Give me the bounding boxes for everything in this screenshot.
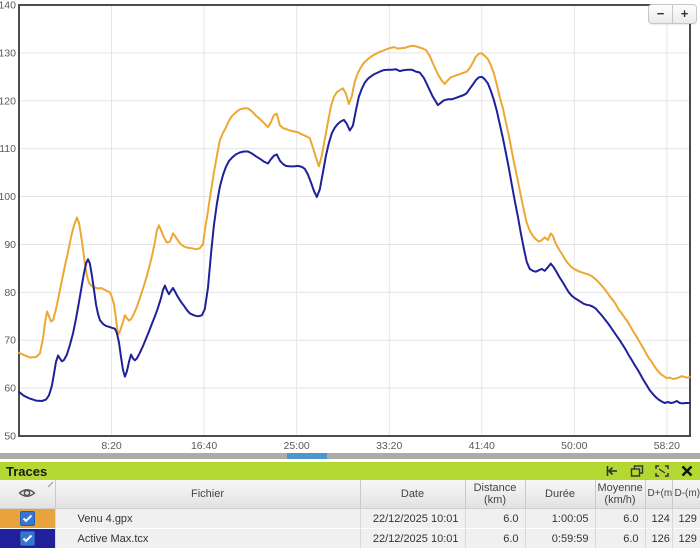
x-axis-tick-label: 33:20 (376, 440, 402, 452)
trace-date: 22/12/2025 10:01 (360, 509, 465, 529)
y-axis-tick-label: 100 (0, 191, 16, 203)
trace-line-blue[interactable] (19, 69, 690, 403)
collapse-left-icon[interactable] (605, 465, 619, 477)
trace-color-cell (0, 529, 55, 549)
x-axis-tick-label: 16:40 (191, 440, 217, 452)
trace-dplus: 126 (645, 529, 672, 549)
panel-title: Traces (6, 464, 47, 479)
y-axis-tick-label: 90 (4, 239, 16, 251)
visibility-column-header[interactable] (0, 480, 55, 509)
y-axis-tick-label: 70 (4, 335, 16, 347)
traces-table: Fichier Date Distance(km) Durée Moyenne(… (0, 480, 700, 548)
trace-duration: 0:59:59 (525, 529, 595, 549)
trace-distance: 6.0 (465, 509, 525, 529)
traces-panel-titlebar: Traces (0, 462, 700, 480)
restore-window-icon[interactable] (630, 465, 644, 477)
trace-file-name[interactable]: Active Max.tcx (55, 529, 360, 549)
x-axis-tick-label: 41:40 (469, 440, 495, 452)
trace-average-speed: 6.0 (595, 509, 645, 529)
chart-canvas[interactable]: 50 60 70 80 90 100 110 120 130 140 8:20 16:40 25:00 3… (0, 0, 700, 452)
table-row-venu4[interactable]: Venu 4.gpx 22/12/2025 10:01 6.0 1:00:05 … (0, 509, 700, 529)
trace-file-name[interactable]: Venu 4.gpx (55, 509, 360, 529)
y-axis-tick-label: 140 (0, 0, 16, 12)
trace-line-orange[interactable] (19, 46, 690, 379)
column-header-average: Moyenne(km/h) (595, 480, 645, 509)
expand-icon[interactable] (655, 465, 669, 477)
elevation-chart: 50 60 70 80 90 100 110 120 130 140 8:20 16:40 25:00 3… (0, 0, 700, 452)
column-header-dminus: D-(m) (672, 480, 700, 509)
column-header-dplus: D+(m) (645, 480, 672, 509)
gps-track-compare-app: { "zoom_controls": { "zoom_out_label": "… (0, 0, 700, 549)
trace-color-cell (0, 509, 55, 529)
table-row-activemax[interactable]: Active Max.tcx 22/12/2025 10:01 6.0 0:59… (0, 529, 700, 549)
y-axis-tick-label: 110 (0, 143, 16, 155)
zoom-controls: − + (648, 4, 697, 24)
column-header-file: Fichier (55, 480, 360, 509)
trace-average-speed: 6.0 (595, 529, 645, 549)
trace-visible-checkbox[interactable] (20, 531, 35, 546)
x-axis-tick-label: 50:00 (561, 440, 587, 452)
close-icon[interactable] (680, 465, 694, 477)
horizontal-scrollbar-track[interactable] (0, 453, 700, 459)
trace-dminus: 129 (672, 509, 700, 529)
zoom-out-button[interactable]: − (649, 5, 673, 23)
x-axis-tick-label: 25:00 (284, 440, 310, 452)
trace-dplus: 124 (645, 509, 672, 529)
trace-duration: 1:00:05 (525, 509, 595, 529)
plot-border (19, 5, 690, 436)
table-header-row: Fichier Date Distance(km) Durée Moyenne(… (0, 480, 700, 509)
column-header-date: Date (360, 480, 465, 509)
trace-distance: 6.0 (465, 529, 525, 549)
x-axis-tick-label: 58:20 (654, 440, 680, 452)
traces-panel: Traces (0, 462, 700, 548)
y-axis-tick-label: 120 (0, 95, 16, 107)
x-axis-tick-label: 8:20 (101, 440, 122, 452)
zoom-in-button[interactable]: + (673, 5, 696, 23)
y-axis-tick-label: 130 (0, 47, 16, 59)
y-axis-tick-label: 60 (4, 383, 16, 395)
trace-date: 22/12/2025 10:01 (360, 529, 465, 549)
y-axis-tick-label: 50 (4, 431, 16, 443)
eye-icon (18, 487, 36, 499)
column-header-duration: Durée (525, 480, 595, 509)
column-header-distance: Distance(km) (465, 480, 525, 509)
trace-dminus: 129 (672, 529, 700, 549)
horizontal-scrollbar-thumb[interactable] (287, 453, 327, 459)
trace-visible-checkbox[interactable] (20, 511, 35, 526)
column-resize-grip[interactable] (47, 481, 54, 488)
y-axis-tick-label: 80 (4, 287, 16, 299)
